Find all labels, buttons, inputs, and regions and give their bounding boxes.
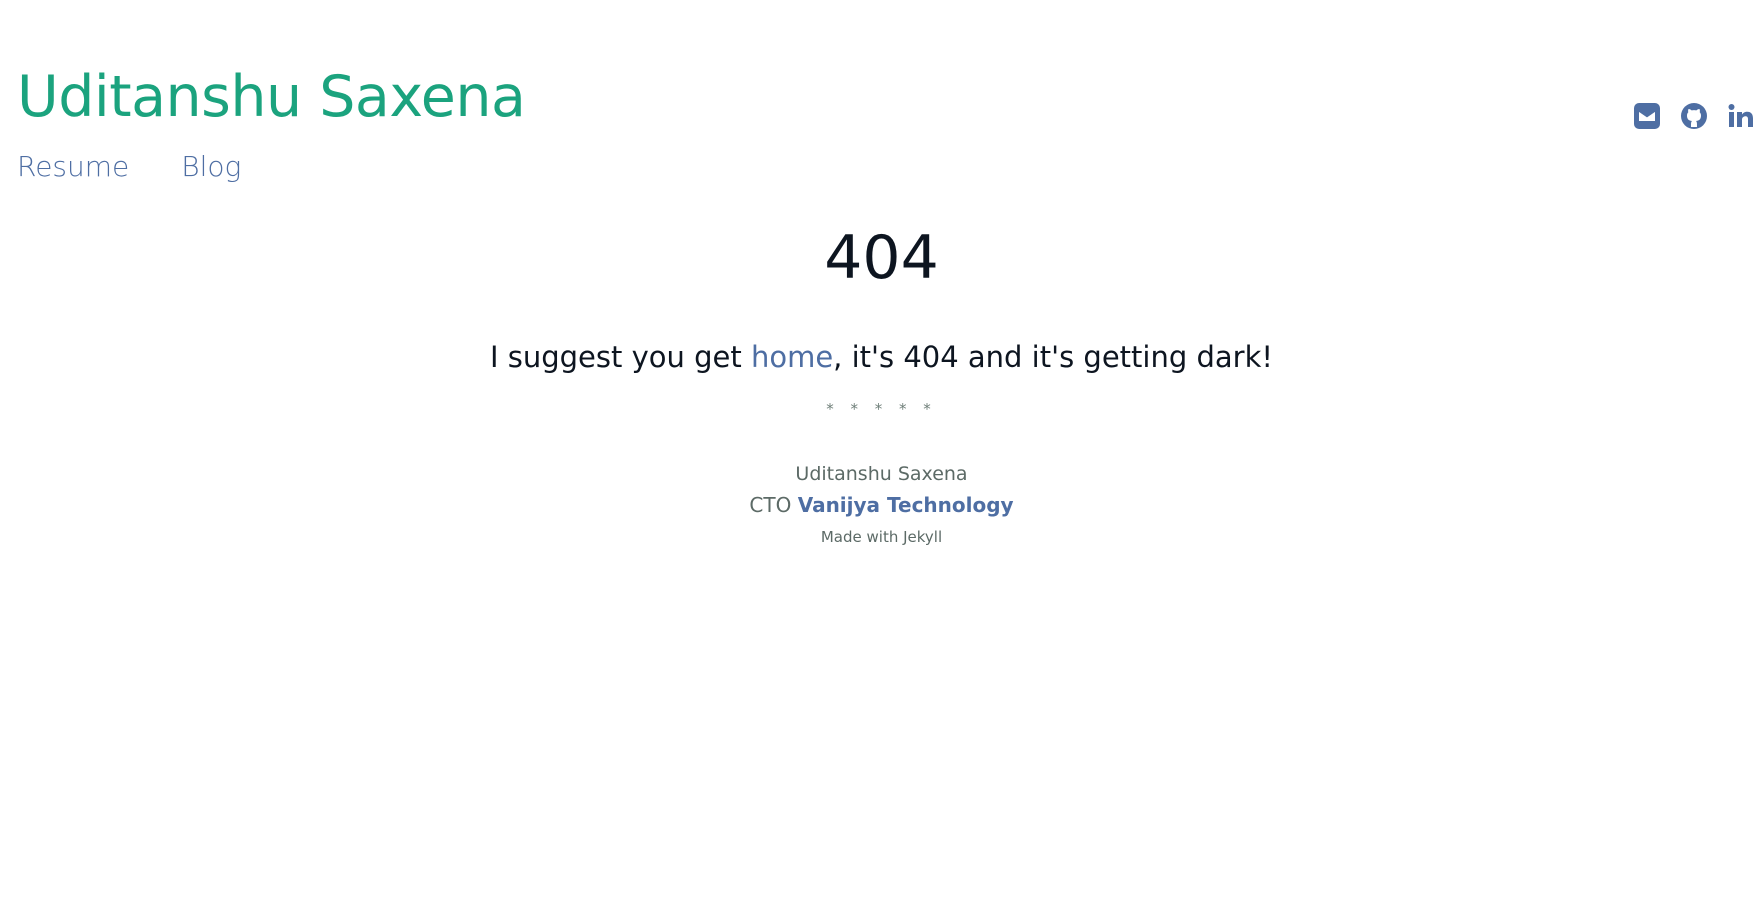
error-message-suffix: , it's 404 and it's getting dark!: [833, 340, 1273, 374]
company-link[interactable]: Vanijya Technology: [798, 493, 1014, 517]
page: Uditanshu Saxena Resume Blog 404 I sugge…: [0, 0, 1763, 897]
error-code-heading: 404: [824, 223, 939, 293]
linkedin-icon: [1728, 104, 1753, 127]
footer-made-with: Made with Jekyll: [820, 528, 943, 546]
error-message-prefix: I suggest you get: [489, 340, 751, 374]
envelope-square-icon: [1634, 103, 1660, 129]
email-link[interactable]: [1633, 102, 1661, 130]
nav-item-blog[interactable]: Blog: [181, 150, 241, 184]
error-message: I suggest you get home, it's 404 and it'…: [0, 340, 1763, 375]
footer-role: CTO Vanijya Technology: [0, 493, 1763, 517]
nav-item-resume[interactable]: Resume: [17, 150, 129, 184]
footer-name: Uditanshu Saxena: [795, 463, 968, 485]
home-link[interactable]: home: [751, 340, 833, 374]
section-divider: * * * * *: [826, 400, 937, 418]
social-links: [1633, 102, 1755, 130]
main-nav: Resume Blog: [17, 150, 241, 184]
linkedin-link[interactable]: [1727, 102, 1755, 130]
github-link[interactable]: [1680, 102, 1708, 130]
github-icon: [1681, 103, 1707, 129]
footer-role-prefix: CTO: [749, 493, 798, 517]
site-title-link[interactable]: Uditanshu Saxena: [17, 66, 526, 129]
